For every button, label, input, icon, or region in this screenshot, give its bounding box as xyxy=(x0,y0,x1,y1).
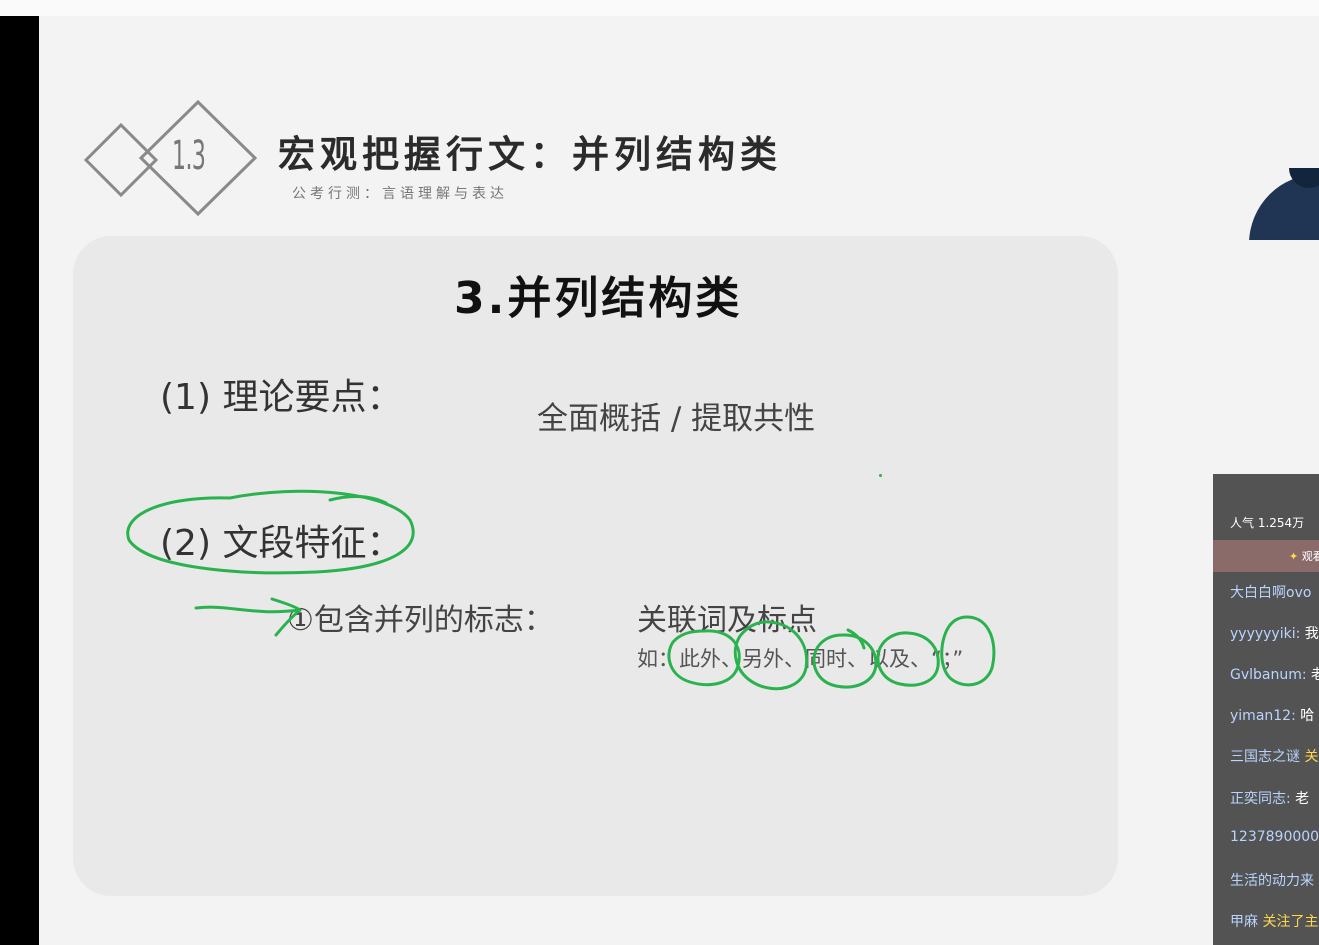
example-separator: 、 xyxy=(721,647,742,671)
left-black-bar xyxy=(0,16,39,945)
example-separator: 、 xyxy=(784,647,805,671)
example-word-1: 此外 xyxy=(679,647,721,671)
example-word-4: 以及 xyxy=(868,647,910,671)
popularity-count: 人气 1.254万 xyxy=(1230,516,1305,530)
card-title: 3.并列结构类 xyxy=(454,273,743,324)
chat-message[interactable]: 甲麻 关注了主 xyxy=(1230,911,1318,931)
chat-message[interactable]: 生活的动力来 xyxy=(1230,870,1314,890)
chat-message[interactable]: yiman12: 哈 xyxy=(1230,705,1314,725)
chat-message[interactable]: 正奕同志: 老 xyxy=(1230,788,1309,808)
chat-text: 老 xyxy=(1295,791,1310,807)
chat-message[interactable]: Gvlbanum: 老 xyxy=(1230,664,1319,684)
item1-value: 全面概括 / 提取共性 xyxy=(537,401,816,437)
examples-line: 如： 此外 、 另外 、 同时 、 以及 、 “；” xyxy=(637,643,963,673)
example-word-5: “；” xyxy=(931,647,964,671)
content-card xyxy=(73,236,1118,896)
examples-prefix: 如： xyxy=(637,647,679,671)
sub1-label: ①包含并列的标志： xyxy=(287,603,554,638)
chat-message[interactable]: yyyyyyiki: 我 xyxy=(1230,623,1319,643)
watch-banner[interactable]: ✦ 观看 xyxy=(1213,540,1319,572)
example-separator: 、 xyxy=(910,647,931,671)
page-subtitle: 公考行测：言语理解与表达 xyxy=(292,186,508,202)
chat-username: Gvlbanum: xyxy=(1230,667,1307,683)
chat-username: 正奕同志: xyxy=(1230,791,1291,807)
chat-message[interactable]: 1237890000 xyxy=(1230,829,1319,845)
section-badge-number: 1.3 xyxy=(172,133,206,179)
chat-username: yyyyyyiki: xyxy=(1230,626,1301,642)
example-word-3: 同时 xyxy=(805,647,847,671)
watch-banner-label: 观看 xyxy=(1301,550,1319,563)
chat-username: 三国志之谜 xyxy=(1230,749,1300,765)
item2-label: (2) 文段特征： xyxy=(160,523,403,564)
chat-text: 老 xyxy=(1311,667,1319,683)
chat-text: 我 xyxy=(1304,626,1319,642)
chat-message[interactable]: 三国志之谜 关 xyxy=(1230,746,1318,766)
item1-label: (1) 理论要点： xyxy=(160,377,403,418)
sub1-value: 关联词及标点 xyxy=(637,603,817,638)
chat-username: 生活的动力来 xyxy=(1230,873,1314,889)
watch-banner-text: ✦ 观看 xyxy=(1289,548,1319,564)
example-separator: 、 xyxy=(847,647,868,671)
chat-username: 大白白啊ovo xyxy=(1230,585,1312,601)
window-top-strip xyxy=(0,0,1319,16)
webcam-presenter xyxy=(1249,168,1319,240)
live-chat-panel[interactable]: 人气 1.254万 ✦ 观看 大白白啊ovo yyyyyyiki: 我 Gvlb… xyxy=(1213,474,1319,945)
star-icon: ✦ xyxy=(1289,550,1299,563)
chat-username: 1237890000 xyxy=(1230,829,1319,845)
example-word-2: 另外 xyxy=(742,647,784,671)
chat-message[interactable]: 大白白啊ovo xyxy=(1230,582,1311,602)
chat-text: 关注了主 xyxy=(1262,914,1319,930)
annotation-dot xyxy=(879,474,882,477)
chat-username: yiman12: xyxy=(1230,708,1296,724)
chat-text: 关 xyxy=(1304,749,1319,765)
chat-username: 甲麻 xyxy=(1230,914,1258,930)
page-title: 宏观把握行文：并列结构类 xyxy=(278,132,782,176)
chat-text: 哈 xyxy=(1300,708,1315,724)
